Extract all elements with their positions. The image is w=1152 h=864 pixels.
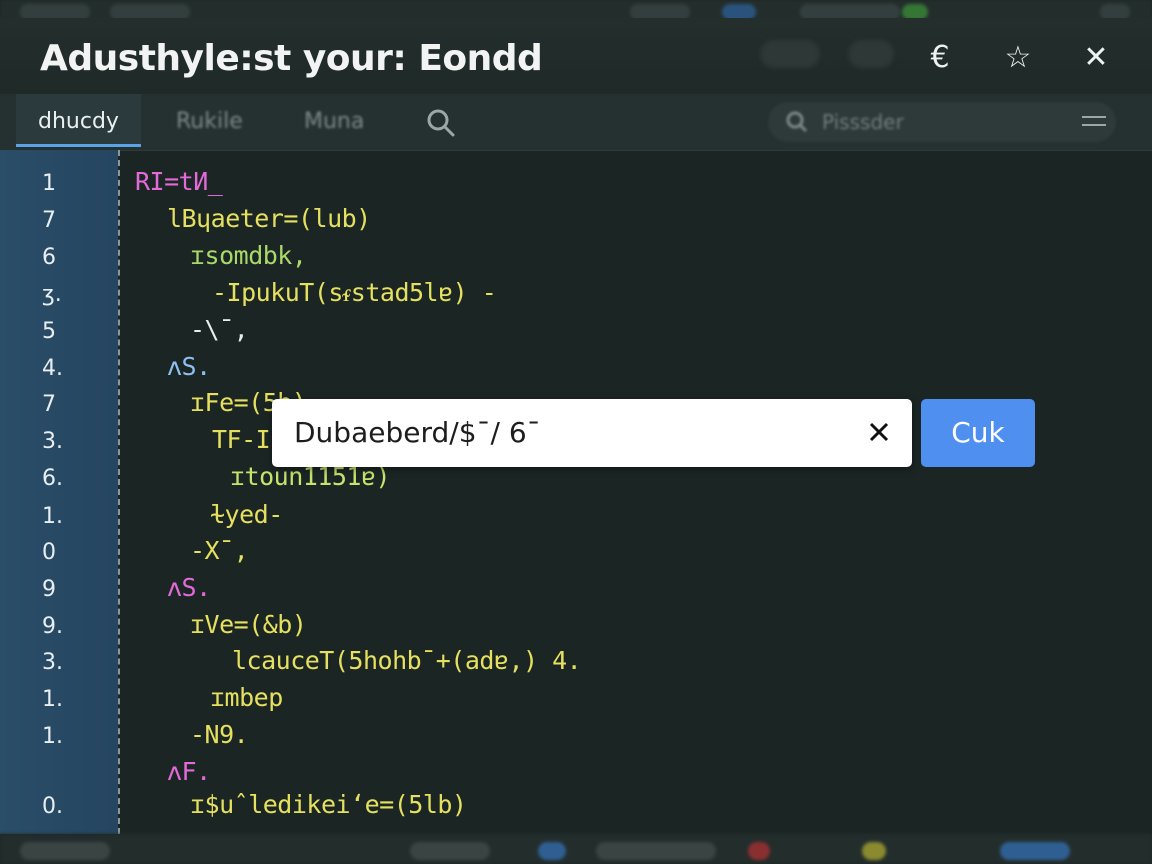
code-line: lBɥaeter=(lub)	[167, 204, 371, 233]
code-line: ɪ$uˆledikeiʻe=(5lb)	[190, 790, 467, 819]
code-line: -IpukuT(sᵳstad5lɐ) -	[212, 278, 497, 307]
line-number: 5	[42, 319, 56, 344]
code-line: ɪVe=(&b)	[190, 610, 307, 639]
code-line: ʌS.	[167, 352, 211, 381]
find-input[interactable]: Dubaeberd/$ˉ/ 6ˉ	[272, 399, 912, 467]
code-line: ʌS.	[167, 573, 211, 602]
line-number: 9	[42, 577, 56, 602]
line-number: 6.	[42, 466, 63, 491]
line-number: 1.	[42, 687, 63, 712]
code-line: -Ν9.	[190, 720, 249, 749]
window-title: Adusthyle:st your: Eondd	[40, 38, 543, 79]
star-icon[interactable]: ☆	[998, 40, 1038, 76]
code-line: ʌF.	[167, 757, 211, 786]
line-number: 1.	[42, 504, 63, 529]
find-input-value: Dubaeberd/$ˉ/ 6ˉ	[294, 416, 541, 449]
line-number: 0	[42, 540, 56, 565]
line-number: 4.	[42, 356, 63, 381]
line-number: 6	[42, 245, 56, 270]
search-placeholder: Pisssder	[822, 110, 904, 134]
code-line: lcauceT(5hohbˉ+(adɐ,) 4.	[232, 646, 582, 675]
line-number: 0.	[42, 794, 63, 819]
title-bar: Adusthyle:st your: Eondd € ☆ ✕	[0, 18, 1152, 94]
code-line: RI=tИ_	[135, 167, 223, 196]
tab-muna[interactable]: Muna	[304, 94, 364, 150]
line-number: 7	[42, 208, 56, 233]
code-line: TF-I	[212, 425, 271, 454]
code-line: -\ˉ,	[190, 315, 249, 344]
code-line: ɫyed-	[210, 500, 283, 529]
menu-icon[interactable]	[1082, 110, 1106, 134]
line-number-gutter: 1 7 6 ʒ. 5 4. 7 3. 6. 1. 0 9 9. 3. 1. 1. 0.	[0, 150, 118, 834]
line-number: ʒ.	[42, 282, 62, 307]
line-number: 1.	[42, 724, 63, 749]
line-number: 3.	[42, 429, 63, 454]
line-number: 1	[42, 171, 56, 196]
code-line: ɪmbep	[210, 683, 283, 712]
blurred-toolbar-icon	[760, 40, 820, 68]
code-line: -Xˉ,	[190, 536, 249, 565]
search-icon[interactable]	[426, 108, 456, 138]
gutter-divider	[118, 150, 120, 834]
blurred-toolbar-icon	[848, 40, 894, 68]
tab-rukile[interactable]: Rukile	[176, 94, 243, 150]
code-line: ɪsomdbk,	[190, 241, 307, 270]
search-input[interactable]: Pisssder	[768, 102, 1116, 142]
search-icon	[786, 111, 808, 133]
find-submit-button[interactable]: Cuk	[921, 399, 1035, 467]
line-number: 3.	[42, 650, 63, 675]
tab-dhucdy[interactable]: dhucdy	[16, 94, 141, 147]
back-icon[interactable]: €	[920, 40, 960, 76]
status-bar	[0, 834, 1152, 864]
tab-bar: dhucdy Rukile Muna Pisssder	[0, 94, 1152, 151]
clear-icon[interactable]	[866, 419, 892, 445]
line-number: 9.	[42, 614, 63, 639]
line-number: 7	[42, 392, 56, 417]
close-icon[interactable]: ✕	[1076, 40, 1116, 76]
